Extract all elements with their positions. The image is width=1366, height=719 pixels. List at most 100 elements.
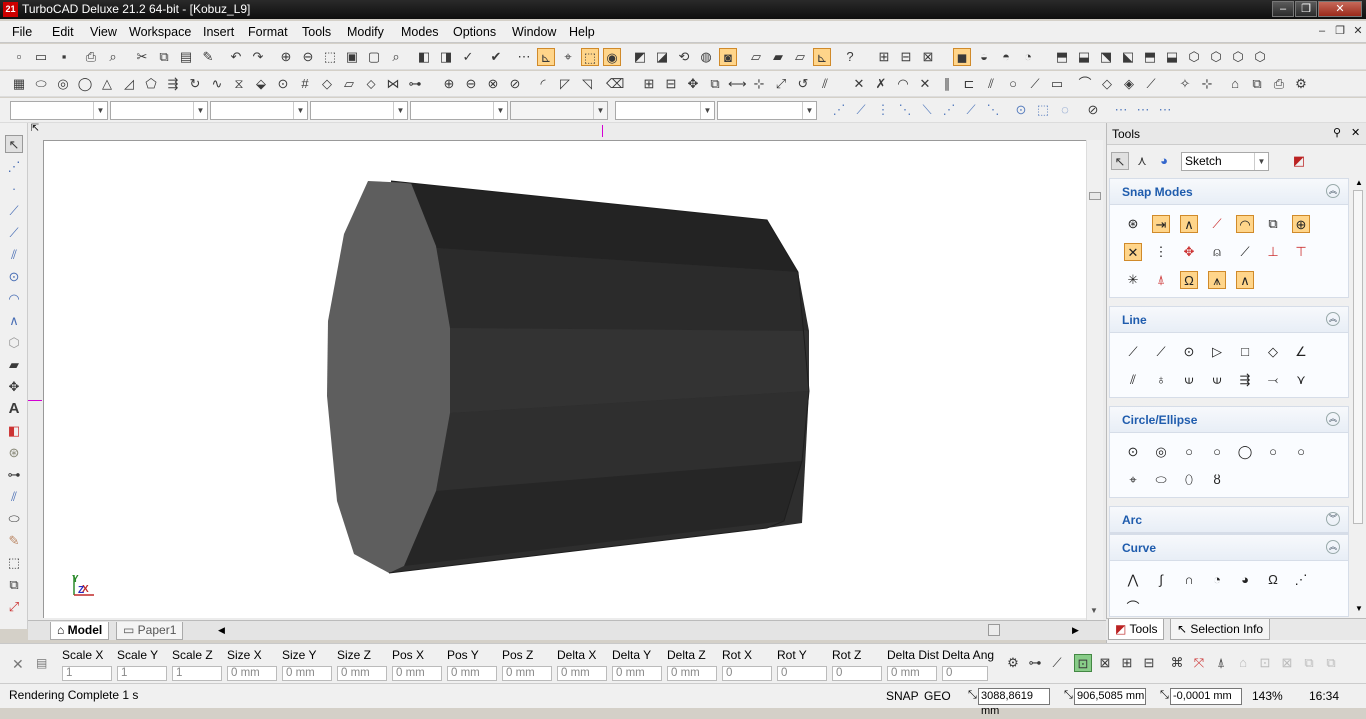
text-size-select[interactable]: ▼ (615, 101, 715, 120)
move-tool-icon[interactable]: ✥ (5, 378, 23, 396)
solid-2-icon[interactable]: ▰ (5, 356, 23, 374)
inspector-field-input[interactable]: 1 (172, 666, 222, 681)
snap-tangent-mode-icon[interactable]: ⟋ (1236, 243, 1254, 261)
snap-extra-3-icon[interactable]: ⋯ (1156, 101, 1174, 119)
palette-close-icon[interactable]: ✕ (1351, 126, 1360, 139)
zoom-window-icon[interactable]: ⬚ (321, 48, 339, 66)
sphere-icon[interactable]: ◎ (54, 75, 72, 93)
cylinder-3d-model[interactable] (44, 141, 1087, 619)
text-icon[interactable]: A (5, 400, 23, 418)
snap-parallel-icon[interactable]: ⊤ (1292, 243, 1310, 261)
print-tool-icon[interactable]: ⎙ (1270, 75, 1288, 93)
node-edit-2-icon[interactable]: ◈ (1120, 75, 1138, 93)
line-fork-icon[interactable]: ⋎ (1292, 371, 1310, 389)
check-icon[interactable]: ✓ (459, 48, 477, 66)
paint-icon[interactable]: ✎ (5, 532, 23, 550)
collapse-icon[interactable]: ︽ (1326, 412, 1340, 426)
pen-style-select[interactable]: ▼ (210, 101, 308, 120)
rotate-icon[interactable]: ↺ (794, 75, 812, 93)
view-tool-2-icon[interactable]: ◪ (653, 48, 671, 66)
circle-center-icon[interactable]: ⊙ (1124, 443, 1142, 461)
shell-icon[interactable]: ⬙ (252, 75, 270, 93)
inspector-field-input[interactable]: 0 (942, 666, 988, 681)
inspector-field-input[interactable]: 0 mm (392, 666, 442, 681)
block-icon[interactable]: ⌂ (1226, 75, 1244, 93)
close-window-button[interactable]: ✕ (1318, 1, 1362, 17)
circle-tan3-icon[interactable]: ○ (1292, 443, 1310, 461)
redo-icon[interactable]: ↷ (249, 48, 267, 66)
mirror-icon[interactable]: ⟷ (728, 75, 747, 93)
line-diamond-icon[interactable]: ◇ (1264, 343, 1282, 361)
solid-icon[interactable]: ⬡ (5, 334, 23, 352)
inspector-tool-15-icon[interactable]: ⧉ (1322, 654, 1340, 672)
view-iso-3-icon[interactable]: ⬡ (1229, 48, 1247, 66)
tab-selection-info[interactable]: ↖ Selection Info (1170, 619, 1271, 640)
move-icon[interactable]: ✥ (684, 75, 702, 93)
line-single-icon[interactable]: ⟋ (1124, 343, 1142, 361)
ruler-origin-icon[interactable]: ⇱ (28, 123, 42, 137)
snap-tangent-icon[interactable]: ⋰ (940, 101, 958, 119)
single-line-icon[interactable]: ⟋ (5, 202, 23, 220)
measure-icon[interactable]: ⊶ (5, 466, 23, 484)
zoom-page-icon[interactable]: ▢ (365, 48, 383, 66)
inspector-tool-3-icon[interactable]: ⟋ (1048, 654, 1066, 672)
boolean-sub-icon[interactable]: ⊖ (462, 75, 480, 93)
coord-x-field[interactable]: 3088,8619 mm (978, 688, 1050, 717)
circle-tangent-icon[interactable]: ◯ (1236, 443, 1254, 461)
slice-icon[interactable]: ⊘ (506, 75, 524, 93)
minimize-button[interactable]: ‒ (1272, 1, 1294, 17)
align-tool-icon[interactable]: ⊹ (750, 75, 768, 93)
curve-header[interactable]: Curve ︽ (1110, 535, 1348, 561)
vertical-scrollbar[interactable]: ▼ (1086, 140, 1103, 620)
surface-2-icon[interactable]: ▱ (340, 75, 358, 93)
menu-modes[interactable]: Modes (401, 25, 439, 39)
ortho-icon[interactable]: ⊾ (537, 48, 555, 66)
snap-vertex-mode-icon[interactable]: ⇥ (1152, 215, 1170, 233)
block-2-icon[interactable]: ⧉ (1248, 75, 1266, 93)
circle-3pt-icon[interactable]: ○ (1208, 443, 1226, 461)
format-painter-icon[interactable]: ✎ (199, 48, 217, 66)
circle-ellipse-header[interactable]: Circle/Ellipse ︽ (1110, 407, 1348, 433)
inspector-field-input[interactable]: 0 (777, 666, 827, 681)
arc-icon[interactable]: ◠ (5, 290, 23, 308)
inspector-tool-1-icon[interactable]: ⚙ (1004, 654, 1022, 672)
snap-align-icon[interactable]: ⍋ (1152, 271, 1170, 289)
snap-center-icon[interactable]: ⋱ (896, 101, 914, 119)
coord-z-field[interactable]: -0,0001 mm (1170, 688, 1242, 705)
geo-toggle[interactable]: GEO (924, 689, 951, 703)
inspector-tool-13-icon[interactable]: ⊠ (1278, 654, 1296, 672)
cone-icon[interactable]: △ (98, 75, 116, 93)
loft-icon[interactable]: ⧖ (230, 75, 248, 93)
snap-extra-2-icon[interactable]: ⋯ (1134, 101, 1152, 119)
snap-circle-icon[interactable]: ⊙ (1012, 101, 1030, 119)
snap-box-icon[interactable]: ⧉ (1264, 215, 1282, 233)
color-select[interactable]: ▼ (110, 101, 208, 120)
ortho-mode-icon[interactable]: ⊾ (813, 48, 831, 66)
curve-bezier-icon[interactable]: ∫ (1152, 571, 1170, 589)
palette-options-icon[interactable]: ◩ (1290, 152, 1308, 170)
tab-model[interactable]: ⌂ Model (50, 622, 110, 640)
array-2-icon[interactable]: ⊟ (662, 75, 680, 93)
dimension-icon[interactable]: ⊏ (960, 75, 978, 93)
view-back-icon[interactable]: ⬓ (1075, 48, 1093, 66)
point-icon[interactable]: ⋰ (5, 158, 23, 176)
shaded-render-icon[interactable]: ◼ (953, 48, 971, 66)
cross-icon[interactable]: ✕ (916, 75, 934, 93)
view-front-icon[interactable]: ⬒ (1053, 48, 1071, 66)
mesh-icon[interactable]: # (296, 75, 314, 93)
curve-arch-icon[interactable]: ∩ (1180, 571, 1198, 589)
select-arrow-icon[interactable]: ↖ (5, 135, 23, 153)
zoom-out-icon[interactable]: ⊖ (299, 48, 317, 66)
snap-quad-icon[interactable]: ⟍ (918, 101, 936, 119)
surface-icon[interactable]: ◇ (318, 75, 336, 93)
inspector-tool-11-icon[interactable]: ⌂ (1234, 654, 1252, 672)
torus-icon[interactable]: ◯ (76, 75, 94, 93)
style-select[interactable]: ▼ (717, 101, 817, 120)
mdi-restore-button[interactable]: ❐ (1332, 24, 1348, 38)
zoom-extents-icon[interactable]: ▣ (343, 48, 361, 66)
grid-icon[interactable]: ⋯ (515, 48, 533, 66)
render-quality-icon[interactable]: ◒ (975, 48, 993, 66)
curve-helix-icon[interactable]: ◕ (1236, 571, 1254, 589)
sweep-icon[interactable]: ∿ (208, 75, 226, 93)
circle-icon[interactable]: ⊙ (5, 268, 23, 286)
